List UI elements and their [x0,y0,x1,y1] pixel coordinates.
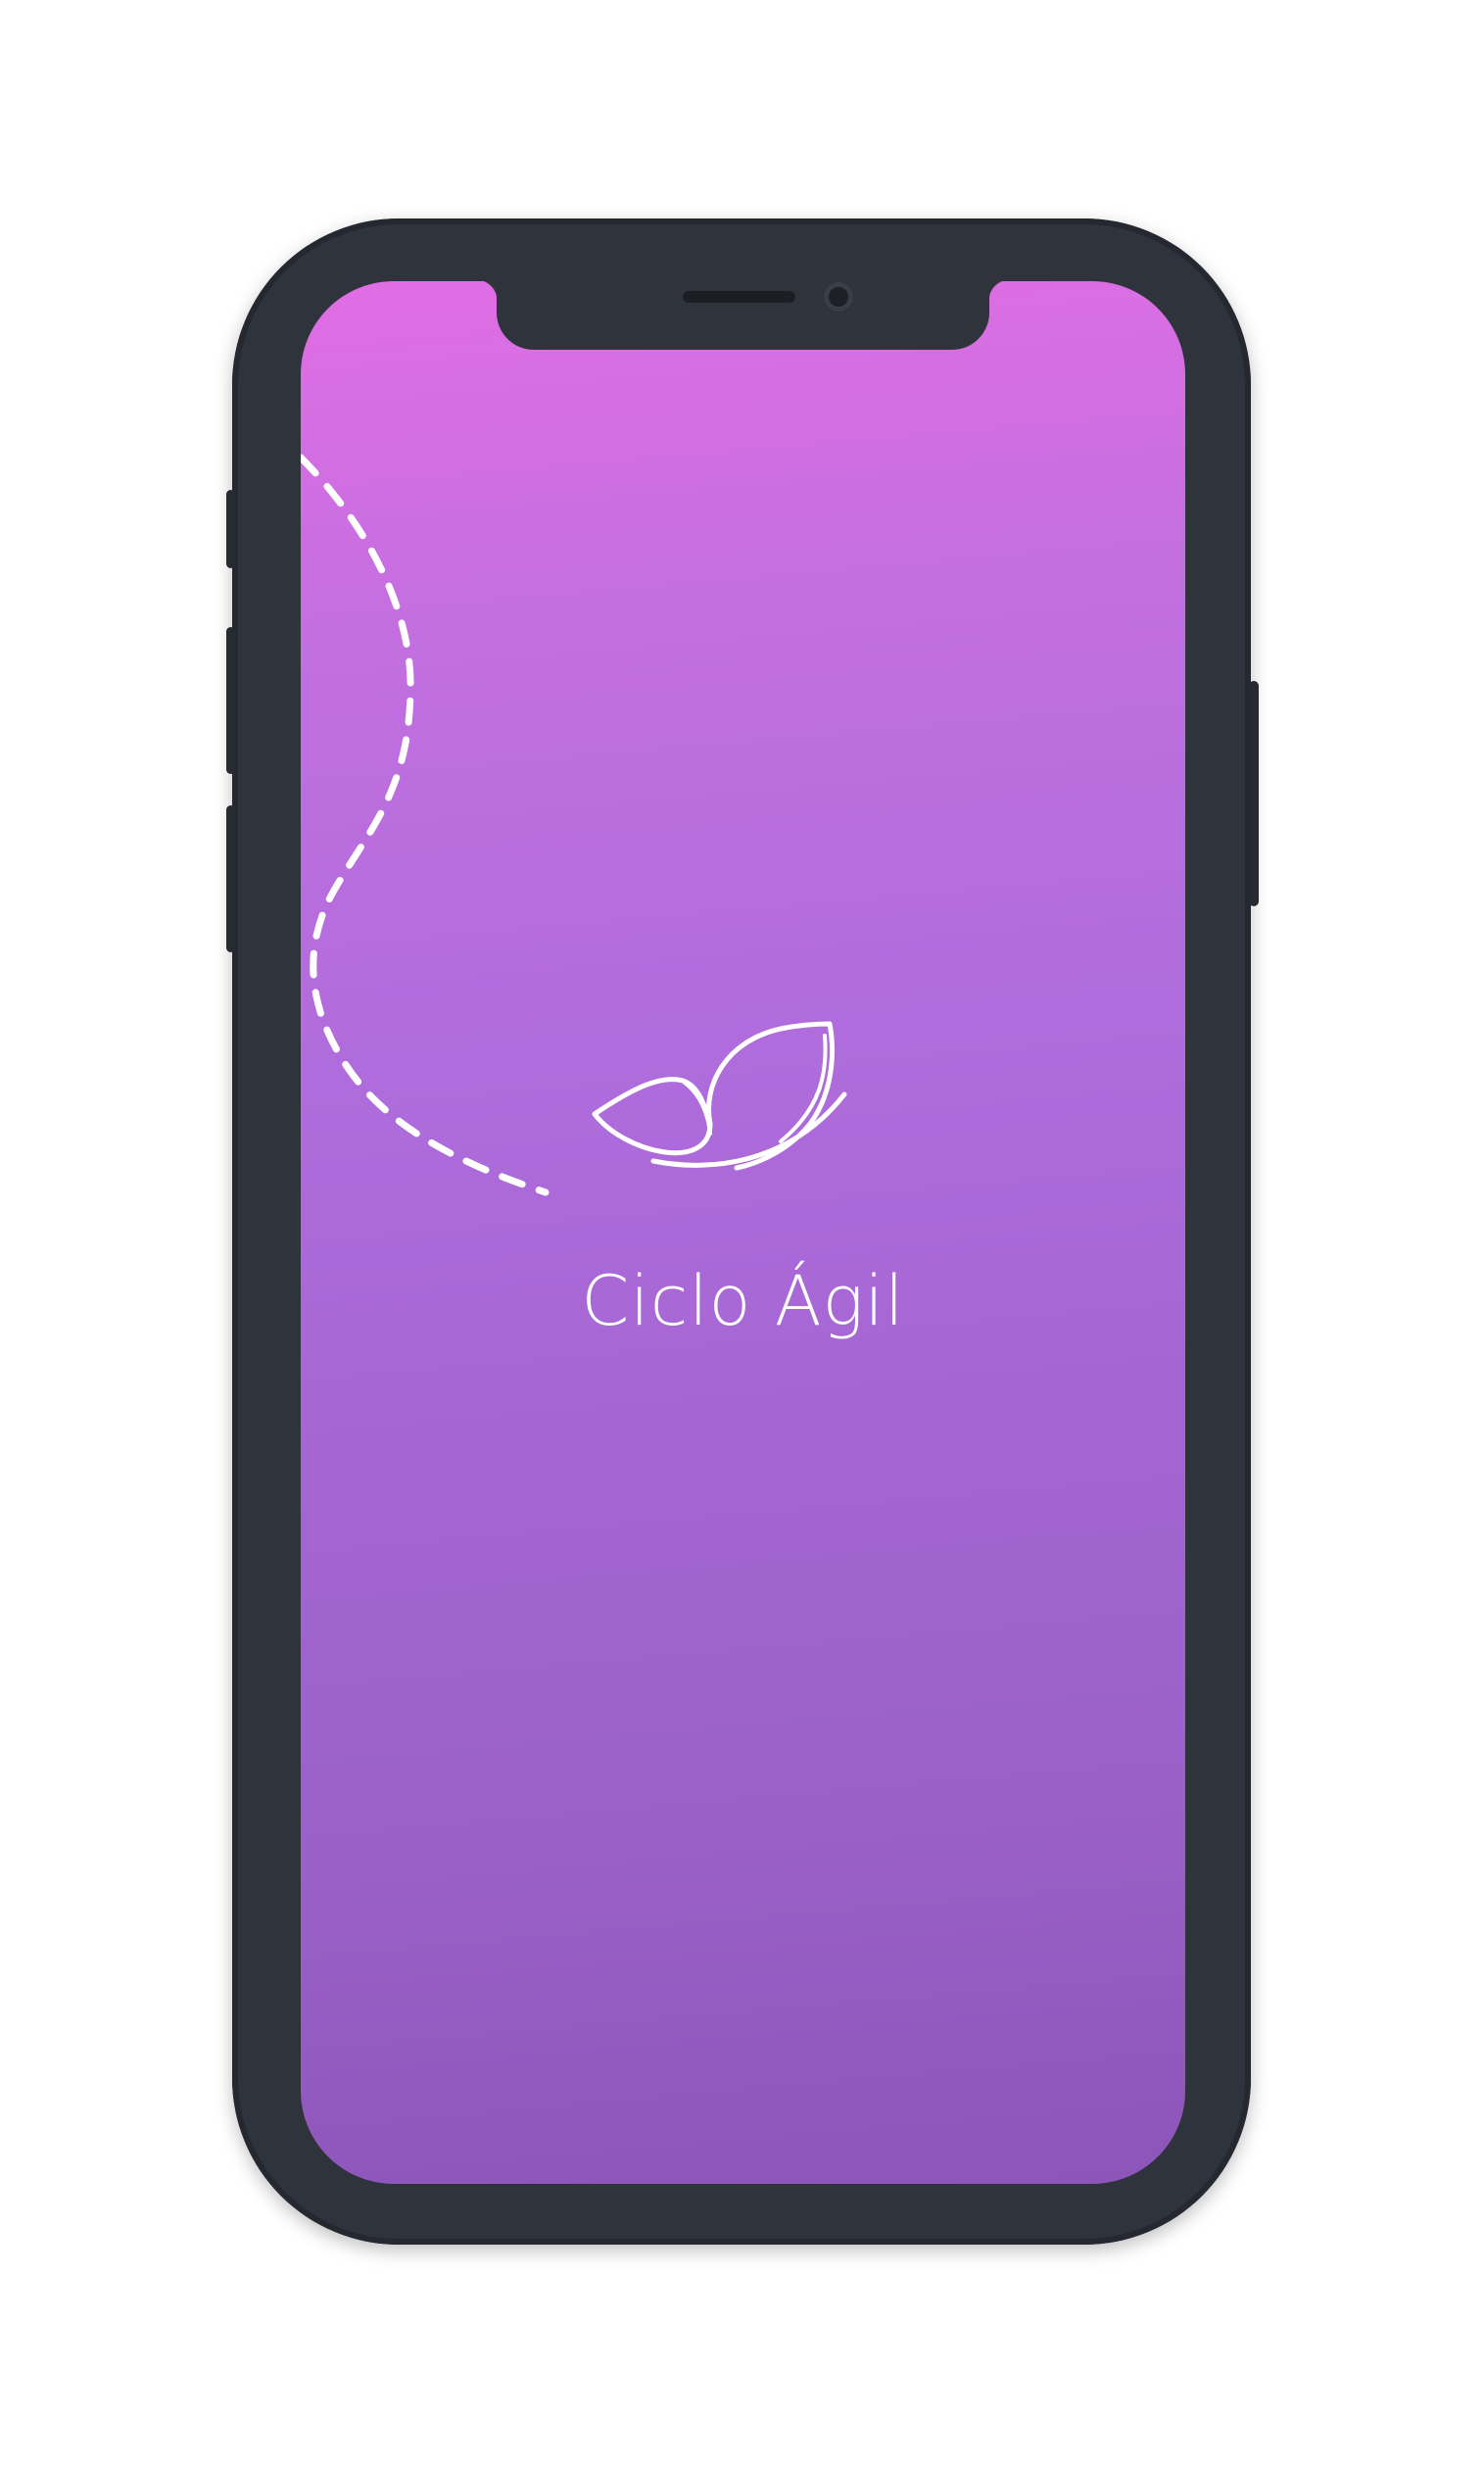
volume-up-button [226,627,235,774]
power-button [1249,681,1259,906]
splash-screen: Ciclo Ágil [301,281,1185,2184]
silent-switch [226,490,235,568]
butterfly-icon [592,1021,847,1171]
app-name: Ciclo Ágil [581,1261,905,1341]
volume-down-button [226,805,235,952]
